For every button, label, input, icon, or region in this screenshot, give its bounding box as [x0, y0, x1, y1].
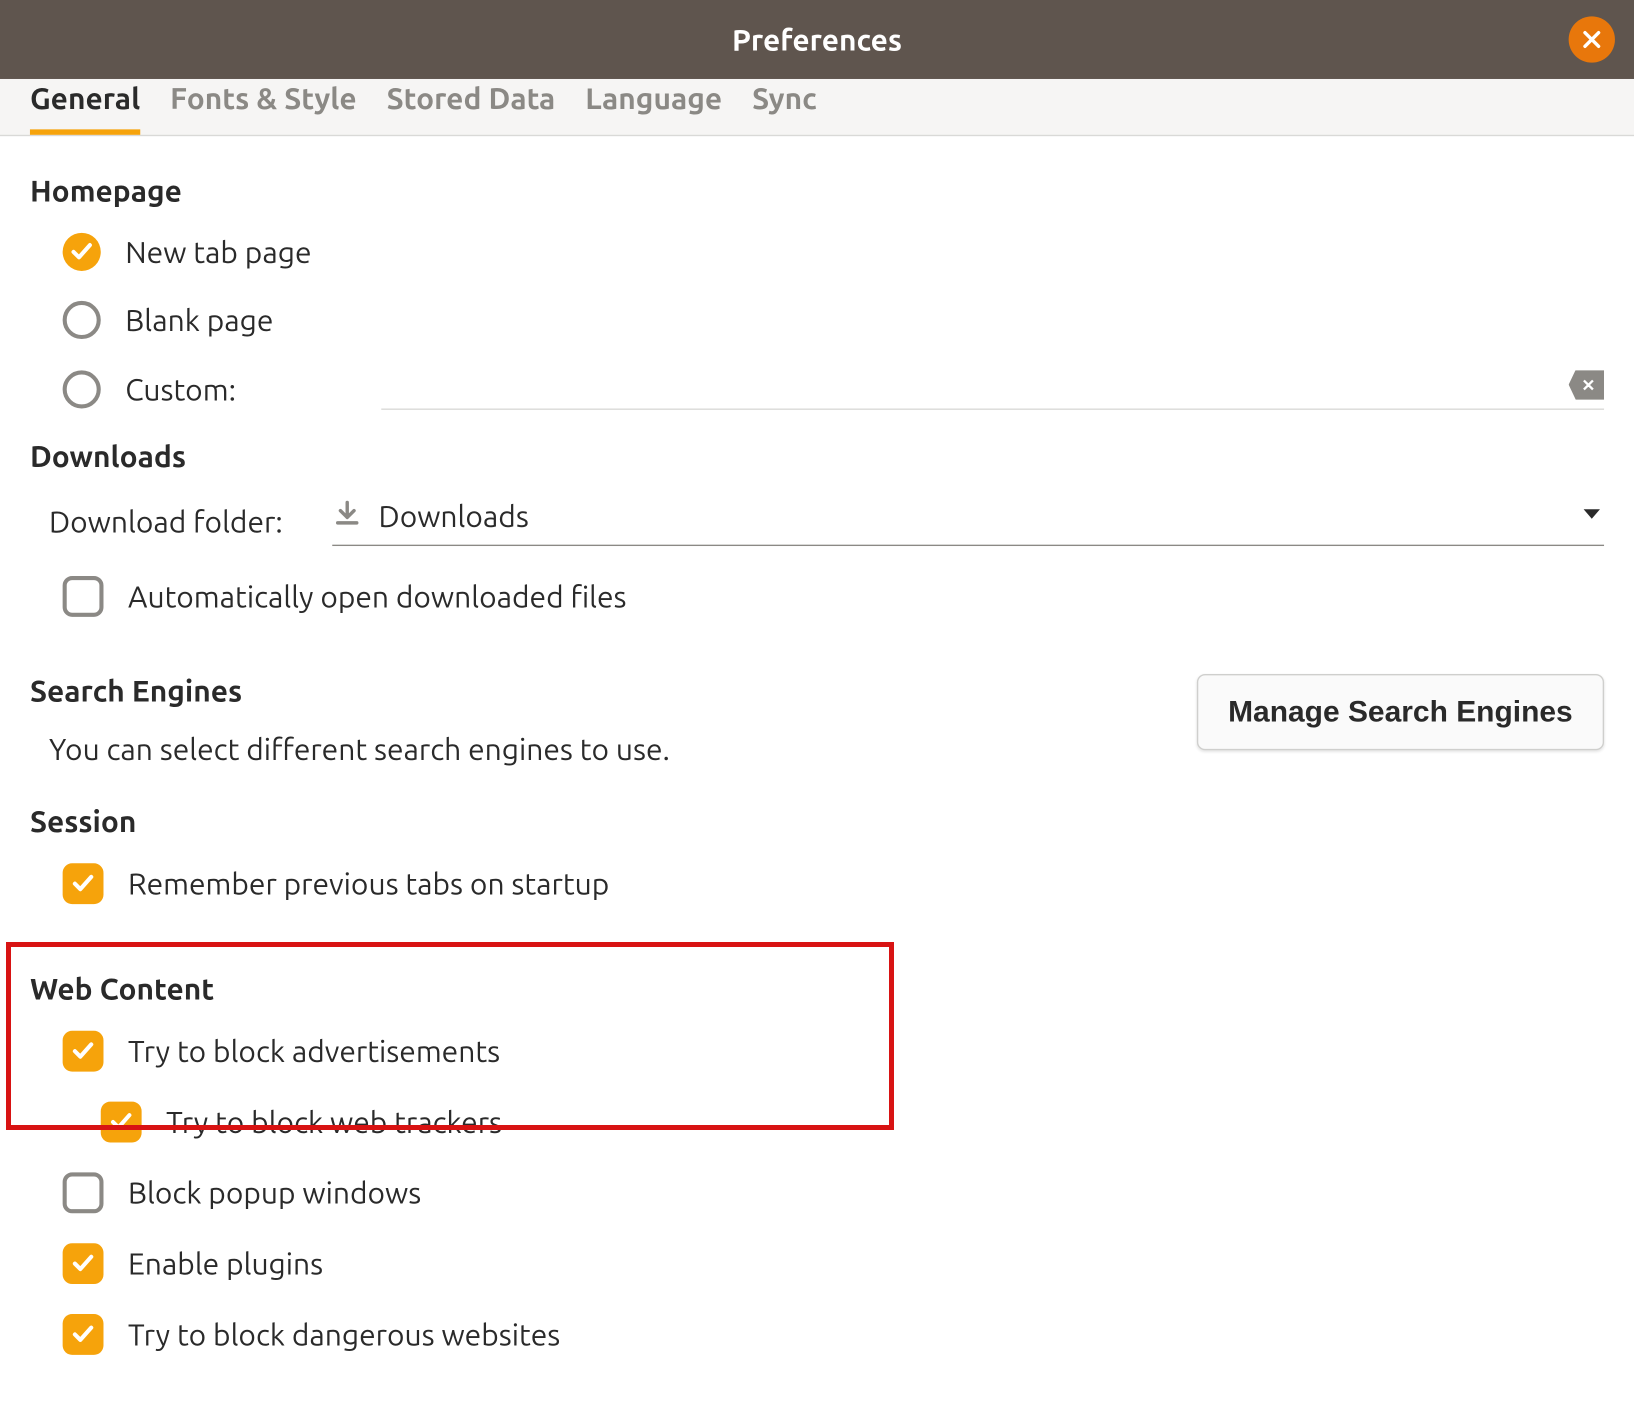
checkbox-block-ads[interactable]	[63, 1031, 104, 1072]
clear-input-button[interactable]	[1569, 370, 1604, 400]
section-downloads-title: Downloads	[30, 440, 1604, 474]
check-icon	[69, 1250, 96, 1277]
content-area: Homepage New tab page Blank page Custom:…	[0, 136, 1634, 1412]
tab-general[interactable]: General	[30, 82, 140, 135]
section-web-content-title: Web Content	[30, 972, 1604, 1006]
label-remember-tabs: Remember previous tabs on startup	[128, 867, 609, 901]
label-auto-open-downloads: Automatically open downloaded files	[128, 579, 627, 613]
label-block-ads: Try to block advertisements	[128, 1034, 500, 1068]
radio-custom[interactable]	[63, 370, 101, 408]
manage-search-engines-button[interactable]: Manage Search Engines	[1197, 674, 1604, 750]
download-folder-label: Download folder:	[49, 505, 308, 539]
search-description: You can select different search engines …	[49, 733, 1197, 767]
titlebar: Preferences	[0, 0, 1634, 79]
checkbox-remember-tabs[interactable]	[63, 863, 104, 904]
checkbox-block-popups[interactable]	[63, 1172, 104, 1213]
label-enable-plugins: Enable plugins	[128, 1247, 323, 1281]
label-blank-page: Blank page	[125, 303, 273, 337]
label-block-dangerous: Try to block dangerous websites	[128, 1317, 560, 1351]
checkbox-block-dangerous[interactable]	[63, 1314, 104, 1355]
close-icon	[1581, 29, 1603, 51]
tab-language[interactable]: Language	[585, 82, 722, 135]
download-folder-value: Downloads	[379, 499, 1564, 533]
window-title: Preferences	[732, 22, 902, 56]
download-icon	[332, 498, 362, 533]
radio-blank-page[interactable]	[63, 301, 101, 339]
section-session-title: Session	[30, 805, 1604, 839]
download-folder-select[interactable]: Downloads	[332, 498, 1604, 546]
tab-bar: General Fonts & Style Stored Data Langua…	[0, 79, 1634, 136]
section-search-title: Search Engines	[30, 674, 1197, 708]
checkbox-auto-open-downloads[interactable]	[63, 576, 104, 617]
check-icon	[108, 1108, 135, 1135]
custom-url-input[interactable]	[381, 369, 1555, 400]
label-block-trackers: Try to block web trackers	[166, 1105, 502, 1139]
radio-new-tab-page[interactable]	[63, 233, 101, 271]
check-icon	[69, 1038, 96, 1065]
check-icon	[69, 1321, 96, 1348]
tab-stored-data[interactable]: Stored Data	[387, 82, 556, 135]
tab-fonts-style[interactable]: Fonts & Style	[170, 82, 357, 135]
tab-sync[interactable]: Sync	[752, 82, 817, 135]
checkbox-enable-plugins[interactable]	[63, 1243, 104, 1284]
label-new-tab-page: New tab page	[125, 235, 311, 269]
check-icon	[69, 240, 94, 265]
check-icon	[69, 870, 96, 897]
label-block-popups: Block popup windows	[128, 1176, 421, 1210]
label-custom: Custom:	[125, 372, 234, 406]
section-homepage-title: Homepage	[30, 174, 1604, 208]
close-button[interactable]	[1569, 16, 1615, 62]
checkbox-block-trackers[interactable]	[101, 1102, 142, 1143]
chevron-down-icon	[1580, 501, 1605, 531]
